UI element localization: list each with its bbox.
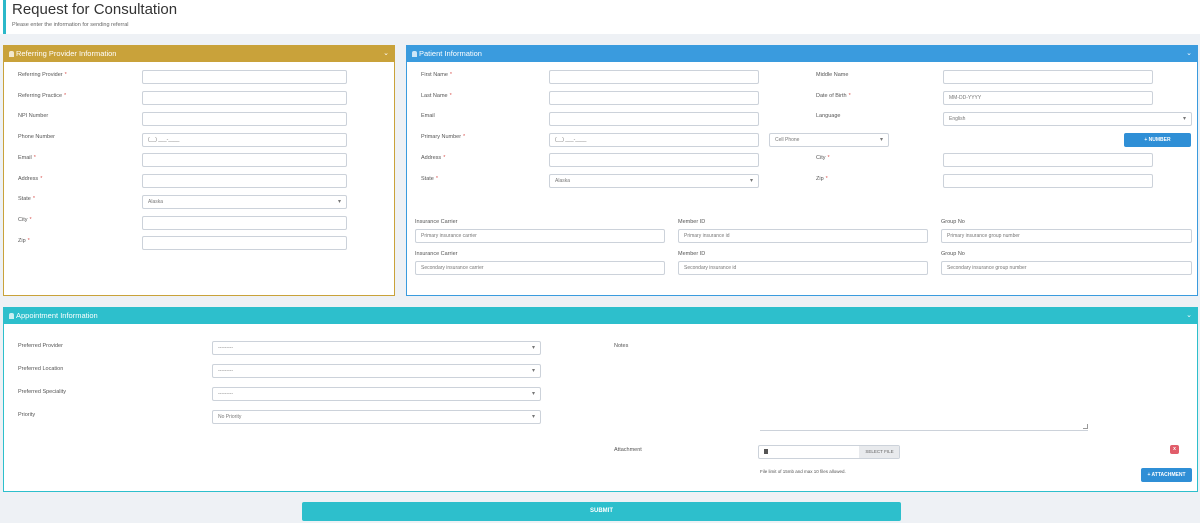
patient-city-input[interactable]: [943, 153, 1153, 167]
person-icon: [9, 51, 14, 57]
appointment-info-heading: Appointment Information: [16, 311, 98, 320]
attachment-label: Attachment: [614, 447, 642, 453]
state-select[interactable]: Alaska: [142, 195, 347, 209]
group-no-label: Group No: [941, 251, 965, 257]
phone-number-label: Phone Number: [18, 134, 55, 140]
resize-handle-icon[interactable]: [1083, 424, 1088, 429]
phone-type-select[interactable]: Cell Phone: [769, 133, 889, 147]
secondary-insurance-carrier-input[interactable]: Secondary insurance carrier: [415, 261, 665, 275]
person-icon: [412, 51, 417, 57]
group-no-label: Group No: [941, 219, 965, 225]
page-header: [0, 0, 1200, 34]
preferred-speciality-select[interactable]: ---------: [212, 387, 541, 401]
patient-info-heading: Patient Information: [419, 49, 482, 58]
chevron-down-icon[interactable]: ⌄: [1186, 308, 1192, 324]
middle-name-label: Middle Name: [816, 72, 849, 78]
state-label: State *: [18, 196, 35, 202]
notes-textarea[interactable]: [760, 341, 1088, 431]
language-label: Language: [816, 113, 841, 119]
remove-attachment-button[interactable]: x: [1170, 445, 1179, 454]
calendar-icon: [9, 313, 14, 319]
last-name-input[interactable]: [549, 91, 759, 105]
referring-provider-input[interactable]: [142, 70, 347, 84]
preferred-provider-select[interactable]: ---------: [212, 341, 541, 355]
patient-zip-input[interactable]: [943, 174, 1153, 188]
preferred-location-select[interactable]: ---------: [212, 364, 541, 378]
chevron-down-icon[interactable]: ⌄: [1186, 46, 1192, 62]
primary-number-input[interactable]: (__) ___-____: [549, 133, 759, 147]
referring-provider-panel: Referring Provider Information ⌄ Referri…: [3, 45, 395, 296]
patient-email-input[interactable]: [549, 112, 759, 126]
npi-number-input[interactable]: [142, 112, 347, 126]
insurance-carrier-label: Insurance Carrier: [415, 251, 458, 257]
member-id-label: Member ID: [678, 219, 706, 225]
header-accent-bar: [3, 0, 6, 34]
city-input[interactable]: [142, 216, 347, 230]
city-label: City *: [18, 217, 32, 223]
referring-provider-heading: Referring Provider Information: [16, 49, 117, 58]
submit-button[interactable]: SUBMIT: [302, 502, 901, 521]
npi-number-label: NPI Number: [18, 113, 49, 119]
last-name-label: Last Name *: [421, 93, 452, 99]
chevron-down-icon[interactable]: ⌄: [383, 46, 389, 62]
secondary-group-number-input[interactable]: Secondary insurance group number: [941, 261, 1192, 275]
middle-name-input[interactable]: [943, 70, 1153, 84]
first-name-input[interactable]: [549, 70, 759, 84]
notes-label: Notes: [614, 343, 629, 349]
dob-label: Date of Birth *: [816, 93, 851, 99]
insurance-carrier-label: Insurance Carrier: [415, 219, 458, 225]
referring-practice-input[interactable]: [142, 91, 347, 105]
appointment-info-panel: Appointment Information ⌄ Preferred Prov…: [3, 307, 1198, 492]
dob-input[interactable]: MM-DD-YYYY: [943, 91, 1153, 105]
patient-city-label: City *: [816, 155, 830, 161]
patient-address-input[interactable]: [549, 153, 759, 167]
patient-info-header[interactable]: Patient Information ⌄: [407, 46, 1197, 62]
patient-info-panel: Patient Information ⌄ First Name * Last N…: [406, 45, 1198, 296]
priority-label: Priority: [18, 412, 36, 418]
primary-member-id-input[interactable]: Primary insurance id: [678, 229, 928, 243]
address-label: Address *: [18, 176, 43, 182]
priority-select[interactable]: No Priority: [212, 410, 541, 424]
preferred-location-label: Preferred Location: [18, 366, 64, 372]
select-file-button[interactable]: SELECT FILE: [859, 446, 899, 458]
email-label: Email *: [18, 155, 36, 161]
language-select[interactable]: English: [943, 112, 1192, 126]
patient-zip-label: Zip *: [816, 176, 828, 182]
secondary-member-id-input[interactable]: Secondary insurance id: [678, 261, 928, 275]
member-id-label: Member ID: [678, 251, 706, 257]
referring-provider-label: Referring Provider *: [18, 72, 67, 78]
primary-insurance-carrier-input[interactable]: Primary insurance carrier: [415, 229, 665, 243]
primary-number-label: Primary Number *: [421, 134, 466, 140]
file-limit-hint: File limit of 15mb and max 10 files allo…: [760, 469, 846, 474]
patient-email-label: Email: [421, 113, 435, 119]
preferred-provider-label: Preferred Provider: [18, 343, 63, 349]
patient-state-label: State *: [421, 176, 438, 182]
email-input[interactable]: [142, 153, 347, 167]
appointment-info-header[interactable]: Appointment Information ⌄: [4, 308, 1197, 324]
patient-state-select[interactable]: Alaska: [549, 174, 759, 188]
zip-label: Zip *: [18, 238, 30, 244]
referring-provider-header[interactable]: Referring Provider Information ⌄: [4, 46, 394, 62]
file-icon: [764, 449, 768, 454]
preferred-speciality-label: Preferred Speciality: [18, 389, 66, 395]
address-input[interactable]: [142, 174, 347, 188]
first-name-label: First Name *: [421, 72, 453, 78]
zip-input[interactable]: [142, 236, 347, 250]
patient-address-label: Address *: [421, 155, 446, 161]
primary-group-number-input[interactable]: Primary insurance group number: [941, 229, 1192, 243]
add-attachment-button[interactable]: + ATTACHMENT: [1141, 468, 1192, 482]
file-input[interactable]: SELECT FILE: [758, 445, 900, 459]
phone-number-input[interactable]: (__) ___-____: [142, 133, 347, 147]
add-number-button[interactable]: + NUMBER: [1124, 133, 1191, 147]
page-subtitle: Please enter the information for sending…: [12, 22, 129, 28]
referring-practice-label: Referring Practice *: [18, 93, 67, 99]
page-title: Request for Consultation: [12, 1, 178, 18]
